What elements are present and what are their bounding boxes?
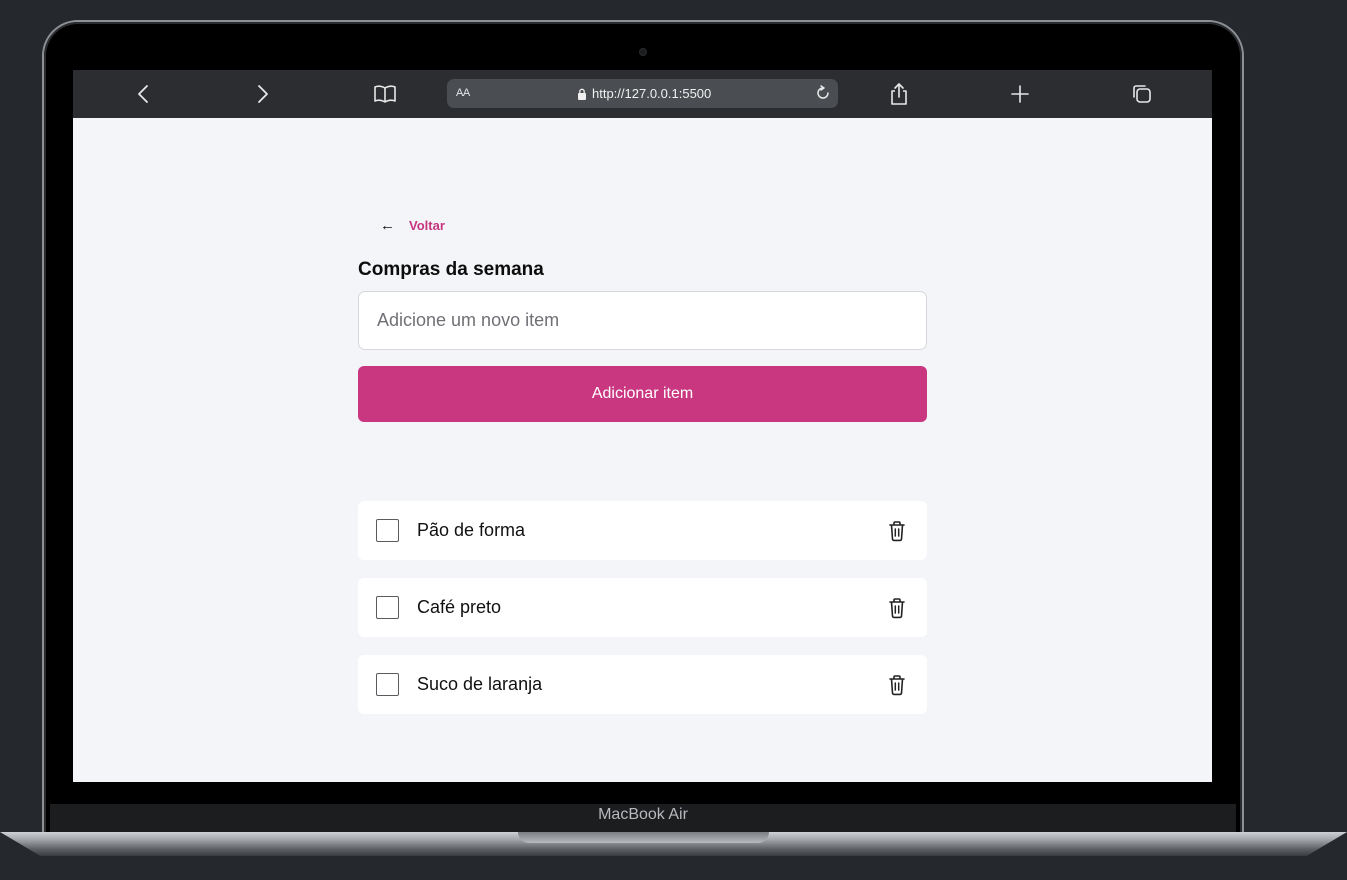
delete-item-button[interactable] xyxy=(885,596,909,620)
bookmarks-button[interactable] xyxy=(373,82,397,106)
browser-toolbar: AA http://127.0.0.1:5500 xyxy=(73,70,1212,118)
tabs-icon xyxy=(1133,85,1151,103)
chevron-left-icon xyxy=(138,85,148,103)
laptop-notch xyxy=(518,832,769,843)
url-display: http://127.0.0.1:5500 xyxy=(577,86,711,101)
item-checkbox[interactable] xyxy=(376,596,399,619)
item-label: Pão de forma xyxy=(417,520,526,540)
delete-item-button[interactable] xyxy=(885,673,909,697)
url-text: http://127.0.0.1:5500 xyxy=(592,86,712,101)
item-label: Suco de laranja xyxy=(417,674,543,694)
camera-icon xyxy=(639,48,647,56)
reload-button[interactable] xyxy=(814,84,832,102)
list-item: Suco de laranja xyxy=(358,655,927,714)
new-item-input[interactable] xyxy=(358,291,927,350)
item-label: Café preto xyxy=(417,597,502,617)
back-nav-button[interactable] xyxy=(131,82,155,106)
trash-icon xyxy=(889,521,905,542)
chevron-right-icon xyxy=(258,85,268,103)
item-checkbox[interactable] xyxy=(376,673,399,696)
new-tab-button[interactable] xyxy=(1008,82,1032,106)
list-item: Pão de forma xyxy=(358,501,927,560)
book-icon xyxy=(374,85,396,103)
back-link[interactable]: ← Voltar xyxy=(380,218,445,233)
reload-icon xyxy=(817,85,829,99)
share-button[interactable] xyxy=(887,82,911,106)
list-item: Café preto xyxy=(358,578,927,637)
item-list: Pão de forma Café preto Suco de laranja xyxy=(358,501,927,732)
plus-icon xyxy=(1011,85,1029,103)
page-title: Compras da semana xyxy=(358,259,544,280)
browser-window: AA http://127.0.0.1:5500 ← Voltar Compra… xyxy=(73,70,1212,782)
trash-icon xyxy=(889,598,905,619)
arrow-left-icon: ← xyxy=(380,217,395,234)
text-size-button[interactable]: AA xyxy=(456,87,470,99)
trash-icon xyxy=(889,675,905,696)
delete-item-button[interactable] xyxy=(885,519,909,543)
tabs-overview-button[interactable] xyxy=(1130,82,1154,106)
address-bar[interactable]: AA http://127.0.0.1:5500 xyxy=(447,79,838,108)
add-item-button[interactable]: Adicionar item xyxy=(358,366,927,422)
forward-nav-button[interactable] xyxy=(251,82,275,106)
lock-icon xyxy=(578,88,586,100)
back-link-label: Voltar xyxy=(409,218,445,233)
share-icon xyxy=(891,83,907,105)
device-model-label: MacBook Air xyxy=(598,806,688,823)
item-checkbox[interactable] xyxy=(376,519,399,542)
